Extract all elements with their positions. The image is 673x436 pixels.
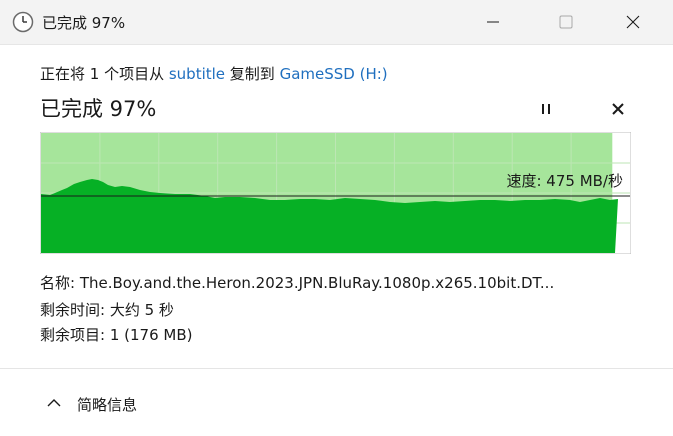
- time-label: 剩余时间:: [40, 301, 106, 319]
- destination-link[interactable]: GameSSD (H:): [280, 65, 388, 83]
- clock-icon: [12, 11, 34, 33]
- close-icon: [626, 15, 640, 29]
- close-window-button[interactable]: [610, 0, 656, 44]
- minimize-button[interactable]: [470, 0, 516, 44]
- copy-prefix: 正在将 1 个项目从: [40, 65, 169, 83]
- items-label: 剩余项目:: [40, 326, 106, 344]
- window-title: 已完成 97%: [42, 14, 126, 32]
- pause-button[interactable]: [533, 96, 559, 122]
- less-details-label[interactable]: 简略信息: [77, 394, 137, 415]
- progress-status: 已完成 97%: [40, 97, 157, 121]
- chevron-up-icon: [46, 395, 62, 409]
- copy-middle: 复制到: [225, 65, 280, 83]
- time-value: 大约 5 秒: [109, 301, 174, 319]
- source-folder-link[interactable]: subtitle: [169, 65, 225, 83]
- maximize-icon: [559, 15, 573, 29]
- minimize-icon: [487, 21, 499, 23]
- transfer-speed-graph: 速度: 475 MB/秒: [40, 132, 631, 254]
- title-bar[interactable]: 已完成 97%: [0, 0, 673, 45]
- footer-bar: 简略信息: [0, 368, 673, 436]
- pause-icon: [542, 104, 550, 114]
- cancel-button[interactable]: [605, 96, 631, 122]
- copy-progress-dialog: 已完成 97% 正在将 1 个项目从 subtitle 复制到 GameSSD …: [0, 0, 673, 436]
- file-name-row: 名称: The.Boy.and.the.Heron.2023.JPN.BluRa…: [40, 272, 640, 293]
- maximize-button: [543, 0, 589, 44]
- close-icon: [612, 103, 624, 115]
- items-remaining-row: 剩余项目: 1 (176 MB): [40, 324, 193, 345]
- items-value: 1 (176 MB): [109, 326, 193, 344]
- name-label: 名称:: [40, 274, 76, 292]
- speed-label: 速度: 475 MB/秒: [506, 172, 623, 190]
- time-remaining-row: 剩余时间: 大约 5 秒: [40, 299, 174, 320]
- copy-description: 正在将 1 个项目从 subtitle 复制到 GameSSD (H:): [40, 63, 388, 84]
- name-value: The.Boy.and.the.Heron.2023.JPN.BluRay.10…: [79, 274, 555, 292]
